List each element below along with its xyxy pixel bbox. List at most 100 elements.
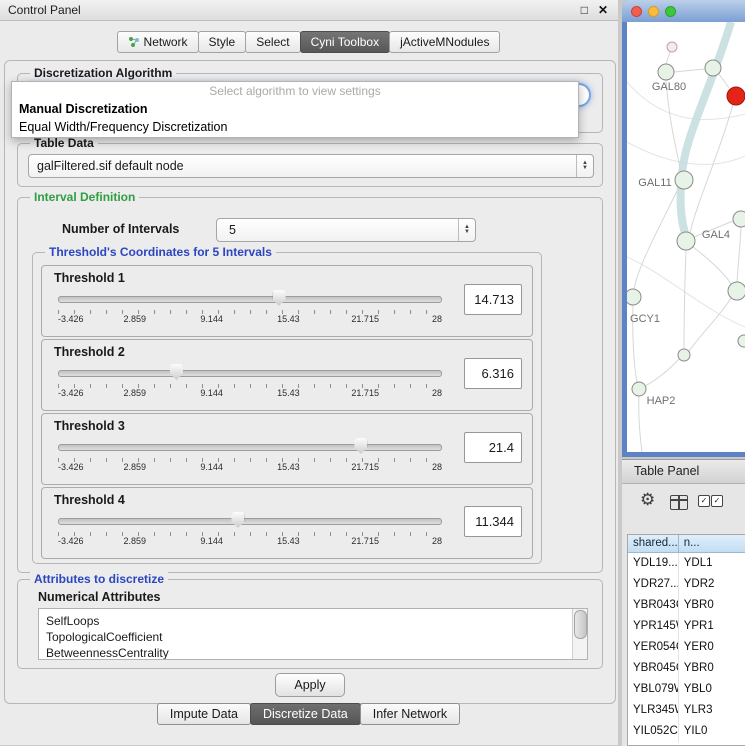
tab-style[interactable]: Style [198, 31, 247, 53]
network-edges-faint[interactable] [627, 82, 745, 327]
minimize-button[interactable] [648, 6, 659, 17]
table-row[interactable]: YBR045C YBR0 [628, 658, 745, 679]
select-none-checkbox-icon[interactable]: ✓ [711, 495, 723, 507]
slider-thumb[interactable] [170, 364, 183, 380]
scale-label: 28 [432, 314, 442, 324]
threshold-2-slider[interactable] [58, 364, 442, 382]
table-row[interactable]: YPR145W YPR1 [628, 616, 745, 637]
table-cell[interactable]: YLR345W [628, 700, 679, 721]
slider-track[interactable] [58, 370, 442, 377]
tab-jactivemnodules[interactable]: jActiveMNodules [389, 31, 500, 53]
threshold-label: Threshold 1 [54, 271, 125, 285]
threshold-3-value-field[interactable]: 21.4 [464, 432, 522, 463]
list-item[interactable]: SelfLoops [39, 613, 587, 629]
numerical-attributes-list[interactable]: SelfLoops TopologicalCoefficient Between… [38, 608, 588, 660]
table-data-combobox[interactable]: galFiltered.sif default node ▲ ▼ [28, 154, 594, 178]
table-cell[interactable]: YBR0 [679, 595, 745, 616]
float-window-icon[interactable]: □ [581, 3, 588, 17]
list-item[interactable]: BetweennessCentrality [39, 645, 587, 660]
tab-select[interactable]: Select [245, 31, 300, 53]
network-node-hap2[interactable] [632, 382, 646, 396]
select-all-checkbox-icon[interactable]: ✓ [698, 495, 710, 507]
scrollbar-thumb[interactable] [574, 610, 587, 639]
network-node-gal11[interactable] [675, 171, 693, 189]
slider-track[interactable] [58, 296, 442, 303]
discretization-settings-panel: Discretization Algorithm Select algorith… [4, 60, 616, 704]
dropdown-option-manual-discretization[interactable]: Manual Discretization [12, 100, 578, 118]
table-cell[interactable]: YBR043C [628, 595, 679, 616]
node-attribute-table[interactable]: shared... n... YDL19... YDL1 YDR27... YD… [627, 534, 745, 746]
network-node[interactable] [678, 349, 690, 361]
table-cell[interactable]: YER054C [628, 637, 679, 658]
network-edges[interactable] [633, 52, 741, 452]
scale-label: 2.859 [124, 388, 147, 398]
table-row[interactable]: YER054C YER0 [628, 637, 745, 658]
columns-icon[interactable] [670, 495, 688, 510]
table-cell[interactable]: YIL0 [679, 721, 745, 742]
table-cell[interactable]: YBL0 [679, 679, 745, 700]
network-node-gal80[interactable] [658, 64, 674, 80]
network-node[interactable] [667, 42, 677, 52]
scale-label: -3.426 [58, 388, 84, 398]
network-window-titlebar[interactable] [622, 0, 745, 22]
apply-button[interactable]: Apply [275, 673, 345, 697]
list-scrollbar[interactable] [572, 609, 587, 659]
number-of-intervals-combobox[interactable]: 5 ▲ ▼ [216, 218, 476, 242]
table-cell[interactable]: YBL079W [628, 679, 679, 700]
table-cell[interactable]: YIL052C [628, 721, 679, 742]
tab-network[interactable]: Network [117, 31, 199, 53]
slider-thumb[interactable] [273, 290, 286, 306]
scale-label: 2.859 [124, 536, 147, 546]
table-row[interactable]: YDR27... YDR2 [628, 574, 745, 595]
table-row[interactable]: YDL19... YDL1 [628, 553, 745, 574]
threshold-2-value-field[interactable]: 6.316 [464, 358, 522, 389]
network-node[interactable] [733, 211, 745, 227]
table-cell[interactable]: YER0 [679, 637, 745, 658]
table-row[interactable]: YBR043C YBR0 [628, 595, 745, 616]
network-edge-highlighted[interactable] [681, 22, 731, 233]
combo-stepper-icon[interactable]: ▲ ▼ [458, 219, 475, 241]
network-node[interactable] [728, 282, 745, 300]
table-cell[interactable]: YDR27... [628, 574, 679, 595]
table-cell[interactable]: YPR145W [628, 616, 679, 637]
tab-cyni-toolbox[interactable]: Cyni Toolbox [300, 31, 390, 53]
slider-thumb[interactable] [231, 512, 244, 528]
slider-track[interactable] [58, 444, 442, 451]
table-cell[interactable]: YPR1 [679, 616, 745, 637]
tab-infer-network[interactable]: Infer Network [360, 703, 460, 725]
network-node-gal4[interactable] [677, 232, 695, 250]
tab-impute-data[interactable]: Impute Data [157, 703, 251, 725]
table-cell[interactable]: YLR3 [679, 700, 745, 721]
network-node[interactable] [738, 335, 745, 347]
network-node-gcy1[interactable] [627, 289, 641, 305]
threshold-3-slider[interactable] [58, 438, 442, 456]
slider-track[interactable] [58, 518, 442, 525]
table-row[interactable]: YLR345W YLR3 [628, 700, 745, 721]
close-window-icon[interactable]: ✕ [598, 3, 608, 17]
column-header-name[interactable]: n... [679, 535, 745, 553]
threshold-4-value-field[interactable]: 11.344 [464, 506, 522, 537]
gear-icon[interactable]: ⚙ [640, 490, 655, 510]
table-cell[interactable]: YBR0 [679, 658, 745, 679]
threshold-1-slider[interactable] [58, 290, 442, 308]
dropdown-option-equal-width-frequency[interactable]: Equal Width/Frequency Discretization [12, 118, 578, 136]
column-header-shared-name[interactable]: shared... [628, 535, 679, 553]
tab-discretize-data[interactable]: Discretize Data [250, 703, 361, 725]
network-node[interactable] [705, 60, 721, 76]
table-cell[interactable]: YDL19... [628, 553, 679, 574]
table-row[interactable]: YIL052C YIL0 [628, 721, 745, 742]
slider-thumb[interactable] [354, 438, 367, 454]
threshold-4-slider[interactable] [58, 512, 442, 530]
threshold-1-value-field[interactable]: 14.713 [464, 284, 522, 315]
table-row[interactable]: YBL079W YBL0 [628, 679, 745, 700]
zoom-button[interactable] [665, 6, 676, 17]
close-button[interactable] [631, 6, 642, 17]
network-node-selected-red[interactable] [727, 87, 745, 105]
table-cell[interactable]: YDR2 [679, 574, 745, 595]
table-cell[interactable]: YDL1 [679, 553, 745, 574]
network-canvas[interactable]: GAL80 GAL11 GAL4 GCY1 HAP2 [627, 22, 745, 452]
combo-stepper-icon[interactable]: ▲ ▼ [576, 155, 593, 177]
network-nodes[interactable] [627, 42, 745, 396]
table-cell[interactable]: YBR045C [628, 658, 679, 679]
list-item[interactable]: TopologicalCoefficient [39, 629, 587, 645]
